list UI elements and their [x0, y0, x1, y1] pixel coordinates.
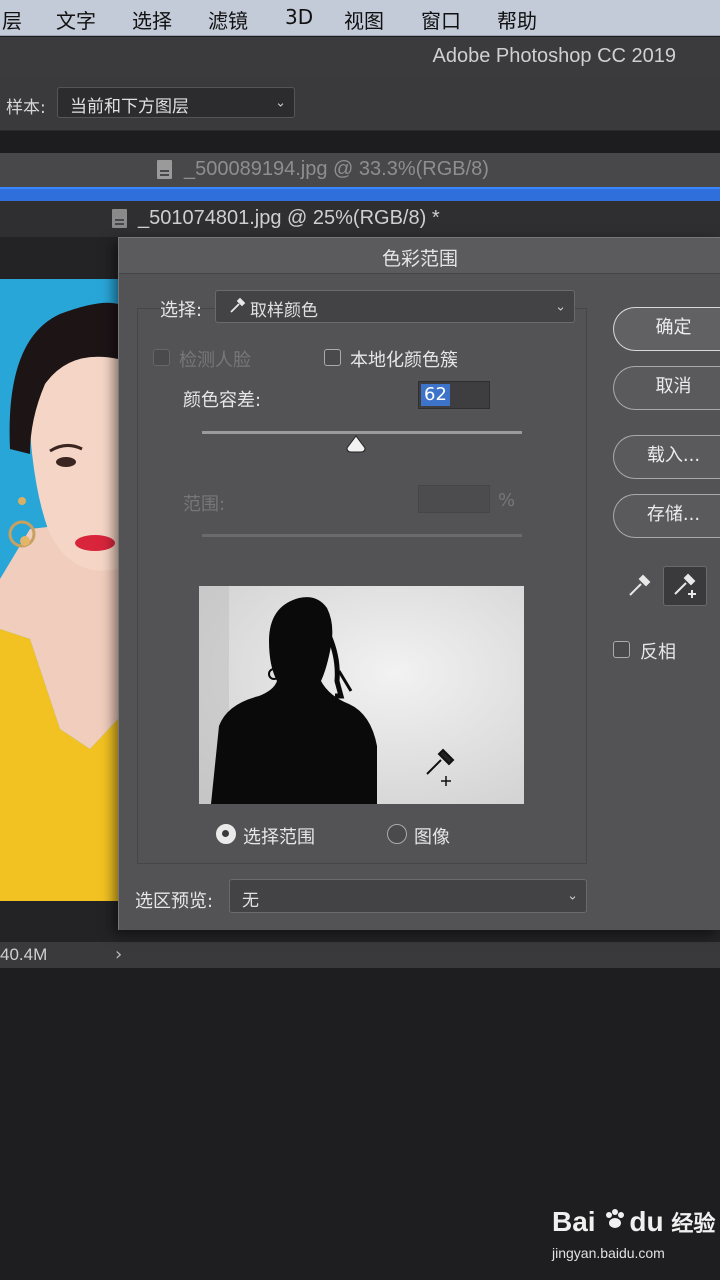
image-radio[interactable]: [387, 824, 407, 844]
eyedropper-plus-icon: [674, 573, 696, 598]
eyedropper-icon: [629, 574, 651, 596]
select-dropdown-value: 取样颜色: [250, 301, 318, 321]
chevron-down-icon: ⌄: [275, 95, 286, 110]
document-icon: [112, 209, 127, 228]
app-title-bar: Adobe Photoshop CC 2019: [0, 37, 720, 77]
panel-gap: [0, 131, 720, 153]
add-to-sample-tool[interactable]: [663, 566, 707, 606]
baidu-jingyan-watermark: Bai du 经验 jingyan.baidu.com: [552, 1200, 717, 1270]
sample-select-value: 当前和下方图层: [70, 97, 189, 117]
select-label: 选择:: [160, 300, 203, 321]
document-tab-2[interactable]: _501074801.jpg @ 25%(RGB/8) *: [0, 201, 720, 237]
range-slider-track[interactable]: [202, 534, 522, 537]
options-bar: 样本: 当前和下方图层 ⌄: [0, 77, 720, 131]
fuzziness-input[interactable]: 62: [418, 381, 490, 409]
menu-3d[interactable]: 3D: [285, 5, 313, 29]
menu-help[interactable]: 帮助: [497, 5, 537, 34]
menu-layer[interactable]: 层: [2, 5, 22, 34]
cancel-button[interactable]: 取消: [613, 366, 720, 410]
document-tab-1-label: _500089194.jpg @ 33.3%(RGB/8): [184, 158, 489, 180]
dialog-title: 色彩范围: [381, 248, 458, 270]
status-arrow-icon[interactable]: ›: [115, 944, 122, 965]
range-label: 范围:: [183, 494, 226, 515]
selection-mask-image: [199, 586, 524, 804]
document-icon: [157, 160, 172, 179]
watermark-brand-cn: 经验: [671, 1212, 716, 1237]
menu-bar: 层 文字 选择 滤镜 3D 视图 窗口 帮助: [0, 0, 720, 36]
dialog-title-bar[interactable]: 色彩范围: [119, 238, 720, 274]
watermark-brand-bai: Bai: [552, 1206, 596, 1237]
invert-label: 反相: [640, 642, 676, 663]
app-title: Adobe Photoshop CC 2019: [432, 45, 676, 67]
fuzziness-slider-track[interactable]: [202, 431, 522, 434]
range-unit: %: [498, 490, 516, 511]
detect-faces-checkbox[interactable]: [153, 349, 170, 366]
invert-checkbox[interactable]: [613, 641, 630, 658]
document-photo: [0, 279, 118, 901]
detect-faces-label: 检测人脸: [179, 350, 251, 371]
load-button[interactable]: 载入...: [613, 435, 720, 479]
selection-preview-select[interactable]: 无 ⌄: [229, 879, 587, 913]
status-bar: 40.4M ›: [0, 942, 720, 968]
paw-icon: [603, 1206, 629, 1238]
select-dropdown[interactable]: 取样颜色 ⌄: [215, 290, 575, 323]
fuzziness-label: 颜色容差:: [183, 390, 262, 411]
sample-select[interactable]: 当前和下方图层 ⌄: [57, 87, 295, 118]
ok-button[interactable]: 确定: [613, 307, 720, 351]
menu-select[interactable]: 选择: [132, 5, 172, 34]
image-radio-label: 图像: [414, 827, 450, 848]
watermark-url: jingyan.baidu.com: [552, 1245, 665, 1261]
selection-radio-label: 选择范围: [243, 827, 315, 848]
selection-preview[interactable]: [199, 586, 524, 804]
chevron-down-icon: ⌄: [555, 299, 566, 314]
document-size: 40.4M: [0, 945, 48, 964]
fuzziness-value: 62: [421, 384, 450, 406]
document-tab-2-label: _501074801.jpg @ 25%(RGB/8) *: [138, 207, 440, 229]
active-tab-indicator: [0, 187, 720, 201]
chevron-down-icon: ⌄: [567, 888, 578, 904]
save-button[interactable]: 存储...: [613, 494, 720, 538]
color-range-dialog: 色彩范围 选择: 取样颜色 ⌄ 检测人脸 本地化颜色簇 颜色容差: 62 范围:…: [118, 237, 720, 930]
menu-filter[interactable]: 滤镜: [208, 5, 248, 34]
menu-window[interactable]: 窗口: [421, 5, 461, 34]
localized-color-clusters-label: 本地化颜色簇: [350, 350, 458, 371]
menu-view[interactable]: 视图: [344, 5, 384, 34]
eyedropper-tool[interactable]: [617, 566, 661, 606]
menu-type[interactable]: 文字: [56, 5, 96, 34]
selection-preview-value: 无: [242, 891, 259, 911]
eyedropper-icon: [228, 297, 246, 320]
selection-radio[interactable]: [216, 824, 236, 844]
portrait-image: [0, 279, 118, 901]
selection-preview-label: 选区预览:: [135, 891, 214, 912]
localized-color-clusters-checkbox[interactable]: [324, 349, 341, 366]
fuzziness-slider-thumb[interactable]: [346, 435, 366, 453]
range-input[interactable]: [418, 485, 490, 513]
document-tab-1[interactable]: _500089194.jpg @ 33.3%(RGB/8): [0, 153, 720, 187]
watermark-brand-du: du: [629, 1206, 664, 1237]
sample-label: 样本:: [6, 98, 46, 118]
